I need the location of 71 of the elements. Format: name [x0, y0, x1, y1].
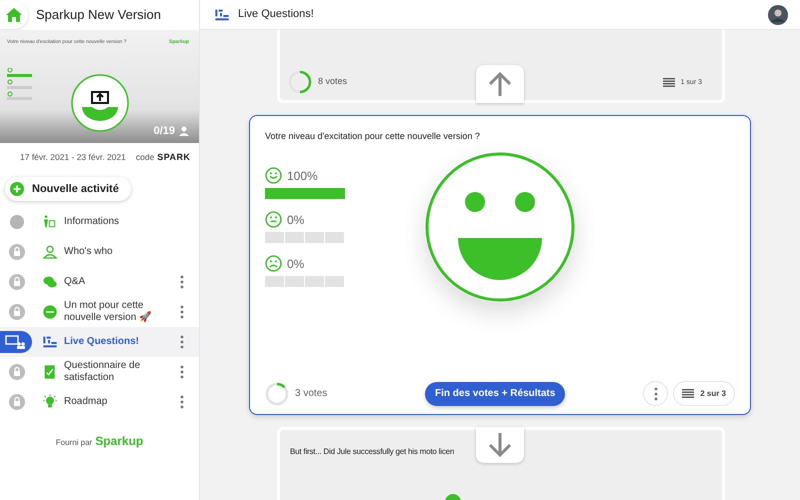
- lock-icon: [9, 364, 25, 380]
- activity-item[interactable]: Questionnaire de satisfaction: [0, 357, 199, 387]
- activity-label: Who's who: [64, 246, 114, 258]
- event-title: Sparkup New Version: [36, 6, 162, 24]
- lock-icon: [9, 394, 25, 410]
- home-button[interactable]: [0, 1, 28, 29]
- question-position-button[interactable]: 2 sur 3: [673, 381, 735, 406]
- more-icon[interactable]: [180, 395, 184, 409]
- event-dates: 17 févr. 2021 - 23 févr. 2021: [20, 151, 126, 164]
- footer-text: Fourni par: [56, 437, 92, 449]
- more-icon[interactable]: [180, 335, 184, 349]
- arrow-up-icon: [487, 71, 513, 97]
- progress-ring-icon: [288, 70, 312, 94]
- participant-count: 0/19: [154, 124, 175, 138]
- event-code: SPARK: [157, 150, 190, 164]
- presenter-badge: [0, 331, 32, 353]
- big-smiley-icon: [425, 152, 575, 302]
- chat-icon: [42, 274, 58, 290]
- new-activity-button[interactable]: Nouvelle activité: [5, 177, 131, 201]
- live-question-icon: [214, 6, 230, 22]
- activity-label: Roadmap: [64, 396, 108, 408]
- list-icon: [682, 388, 694, 398]
- more-icon[interactable]: [654, 386, 658, 400]
- sad-face-icon: [265, 255, 282, 272]
- happy-face-icon: [265, 167, 282, 184]
- page-title: Live Questions!: [238, 7, 314, 22]
- more-button[interactable]: [643, 381, 668, 406]
- activity-label: Un mot pour cette nouvelle version 🚀: [64, 300, 152, 324]
- preview-smiley-drawing: [70, 73, 130, 133]
- activity-label: Live Questions!: [64, 336, 140, 348]
- neutral-face-icon: [265, 211, 282, 228]
- more-icon[interactable]: [180, 305, 184, 319]
- end-voting-button[interactable]: Fin des votes + Résultats: [425, 382, 566, 406]
- person-icon: [42, 244, 58, 260]
- activity-item[interactable]: Live Questions!: [0, 327, 199, 357]
- participants-icon: [179, 126, 191, 136]
- question-text: Votre niveau d'excitation pour cette nouvelle version ?: [265, 130, 481, 143]
- home-icon: [6, 8, 22, 22]
- previous-question-button[interactable]: [476, 65, 524, 103]
- live-question-icon: [42, 334, 58, 350]
- vote-count: 8 votes: [318, 75, 348, 88]
- footer-brand: Sparkup: [95, 433, 144, 450]
- activity-label: Informations: [64, 216, 120, 228]
- info-icon: [42, 214, 58, 230]
- arrow-down-icon: [487, 432, 513, 458]
- activity-item[interactable]: Un mot pour cette nouvelle version 🚀: [0, 297, 199, 327]
- lock-icon: [9, 244, 25, 260]
- code-label: code: [136, 150, 154, 164]
- result-percent: 100%: [287, 168, 318, 184]
- activity-label: Q&A: [64, 276, 86, 288]
- plus-icon: [10, 182, 24, 196]
- activity-item[interactable]: Informations: [0, 207, 199, 237]
- bulb-icon: [42, 394, 58, 410]
- preview-bars-drawing: [7, 68, 33, 100]
- activity-label: Questionnaire de satisfaction: [64, 360, 142, 384]
- activity-item[interactable]: Roadmap: [0, 387, 199, 417]
- avatar[interactable]: [768, 4, 788, 24]
- smiley-drawing: [445, 494, 461, 500]
- next-question-button[interactable]: [476, 427, 524, 463]
- result-percent: 0%: [287, 256, 304, 272]
- list-icon: [662, 78, 675, 88]
- activity-item[interactable]: Who's who: [0, 237, 199, 267]
- vote-count: 3 votes: [295, 387, 328, 401]
- lock-icon: [9, 304, 25, 320]
- question-text: But first... Did Jule successfully get his moto licen: [290, 447, 454, 456]
- more-icon[interactable]: [180, 365, 184, 379]
- lock-icon: [9, 274, 25, 290]
- more-icon[interactable]: [180, 275, 184, 289]
- activity-item[interactable]: Q&A: [0, 267, 199, 297]
- result-percent: 0%: [287, 212, 304, 228]
- progress-ring-icon: [265, 382, 289, 406]
